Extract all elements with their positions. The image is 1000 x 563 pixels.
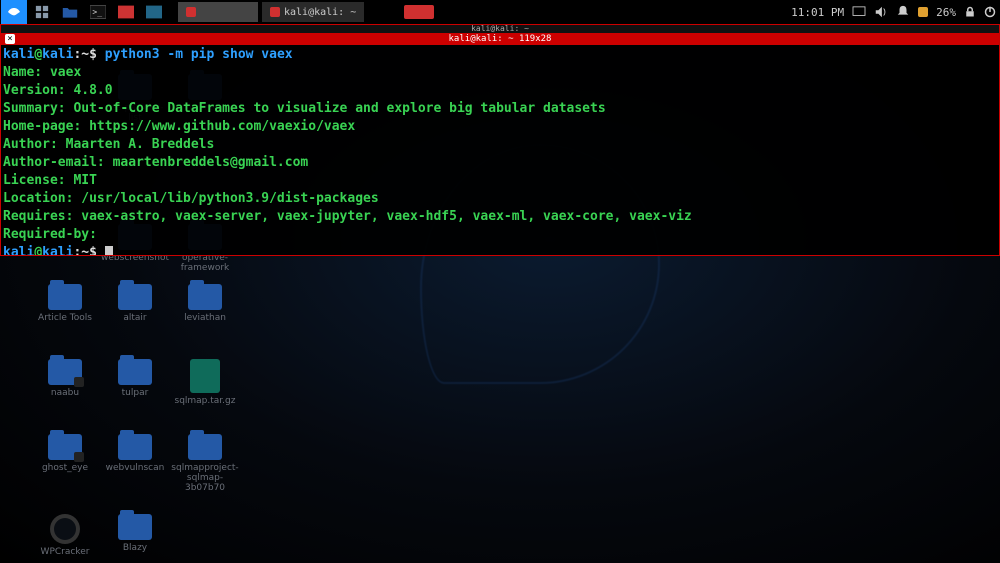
top-panel: >_ kali@kali: ~ 11:01 PM 26 — [0, 0, 1000, 24]
folder-locked-icon — [48, 434, 82, 460]
desktop-icon[interactable]: naabu — [30, 359, 100, 398]
app-indicator-icon — [186, 7, 196, 17]
desktop-icon[interactable]: Blazy — [100, 514, 170, 553]
desktop-icon-label: WPCracker — [30, 547, 100, 557]
desktop-icon[interactable]: ghost_eye — [30, 434, 100, 473]
desktop-icon[interactable]: sqlmap.tar.gz — [170, 359, 240, 406]
folder-icon — [118, 284, 152, 310]
show-desktop-icon[interactable] — [29, 2, 55, 22]
desktop-icon-label: Article Tools — [30, 313, 100, 323]
terminal-output-line: Author-email: maartenbreddels@gmail.com — [3, 154, 997, 172]
desktop-icon[interactable]: sqlmapproject-sqlmap-3b07b70 — [170, 434, 240, 493]
terminal-output-line: Required-by: — [3, 226, 997, 244]
volume-icon[interactable] — [874, 5, 888, 19]
panel-left: >_ kali@kali: ~ — [0, 0, 787, 24]
svg-text:>_: >_ — [92, 7, 102, 16]
taskbar-item-2[interactable]: kali@kali: ~ — [262, 2, 364, 22]
terminal-output-line: Version: 4.8.0 — [3, 82, 997, 100]
desktop-icon[interactable]: leviathan — [170, 284, 240, 323]
terminal-title-text: kali@kali: ~ 119x28 — [449, 34, 552, 44]
terminal-output-line: Requires: vaex-astro, vaex-server, vaex-… — [3, 208, 997, 226]
files-icon[interactable] — [57, 2, 83, 22]
panel-right: 11:01 PM 26% — [787, 0, 1000, 24]
terminal-output-line: Summary: Out-of-Core DataFrames to visua… — [3, 100, 997, 118]
folder-icon — [118, 434, 152, 460]
lock-icon[interactable] — [964, 6, 976, 18]
taskbar-item-1[interactable] — [178, 2, 258, 22]
terminal-output-line: Home-page: https://www.github.com/vaexio… — [3, 118, 997, 136]
terminal-titlebar[interactable]: × kali@kali: ~ 119x28 — [1, 33, 999, 45]
desktop-icon-label: altair — [100, 313, 170, 323]
clock[interactable]: 11:01 PM — [791, 6, 844, 19]
desktop-icon-label: ghost_eye — [30, 463, 100, 473]
terminal-launcher-icon[interactable]: >_ — [85, 2, 111, 22]
folder-icon — [118, 359, 152, 385]
desktop-icon-label: tulpar — [100, 388, 170, 398]
tray-app-icon[interactable] — [918, 7, 928, 17]
desktop-icon-label: Blazy — [100, 543, 170, 553]
desktop-icon[interactable]: Article Tools — [30, 284, 100, 323]
power-icon[interactable] — [984, 6, 996, 18]
desktop-icon[interactable]: WPCracker — [30, 514, 100, 557]
desktop-icon-label: sqlmap.tar.gz — [170, 396, 240, 406]
close-icon[interactable]: × — [5, 34, 15, 44]
desktop-icon[interactable]: webvulnscan — [100, 434, 170, 473]
app-indicator-icon — [270, 7, 280, 17]
desktop-icon-label: sqlmapproject-sqlmap-3b07b70 — [170, 463, 240, 493]
archive-icon — [190, 359, 220, 393]
notifications-icon[interactable] — [896, 5, 910, 19]
desktop-icon[interactable]: altair — [100, 284, 170, 323]
desktop-icon-label: leviathan — [170, 313, 240, 323]
terminal-line: kali@kali:~$ python3 -m pip show vaex — [3, 46, 997, 64]
workspace-indicator-icon[interactable] — [404, 5, 434, 19]
terminal-output-line: Name: vaex — [3, 64, 997, 82]
desktop-icon[interactable]: tulpar — [100, 359, 170, 398]
terminal-window[interactable]: kali@kali: ~ × kali@kali: ~ 119x28 kali@… — [0, 24, 1000, 256]
display-toggle-icon[interactable] — [852, 6, 866, 18]
terminal-line: kali@kali:~$ — [3, 244, 997, 255]
folder-icon — [48, 284, 82, 310]
terminal-output-line: License: MIT — [3, 172, 997, 190]
cursor — [105, 246, 113, 256]
terminal-output-line: Author: Maarten A. Breddels — [3, 136, 997, 154]
folder-locked-icon — [48, 359, 82, 385]
desktop-icon-label: naabu — [30, 388, 100, 398]
terminal-body[interactable]: kali@kali:~$ python3 -m pip show vaexNam… — [1, 45, 999, 255]
taskbar-label: kali@kali: ~ — [284, 7, 356, 18]
launcher-icon[interactable] — [141, 2, 167, 22]
desktop-icon-label: operative-framework — [170, 253, 240, 273]
desktop-icon-label: webvulnscan — [100, 463, 170, 473]
kali-tool-icon[interactable] — [113, 2, 139, 22]
terminal-tab[interactable]: kali@kali: ~ — [1, 25, 999, 33]
kali-menu-icon[interactable] — [1, 0, 27, 24]
terminal-output-line: Location: /usr/local/lib/python3.9/dist-… — [3, 190, 997, 208]
folder-icon — [118, 514, 152, 540]
folder-icon — [188, 434, 222, 460]
folder-icon — [188, 284, 222, 310]
gear-icon — [50, 514, 80, 544]
terminal-tab-label: kali@kali: ~ — [471, 24, 529, 33]
battery-label[interactable]: 26% — [936, 6, 956, 19]
